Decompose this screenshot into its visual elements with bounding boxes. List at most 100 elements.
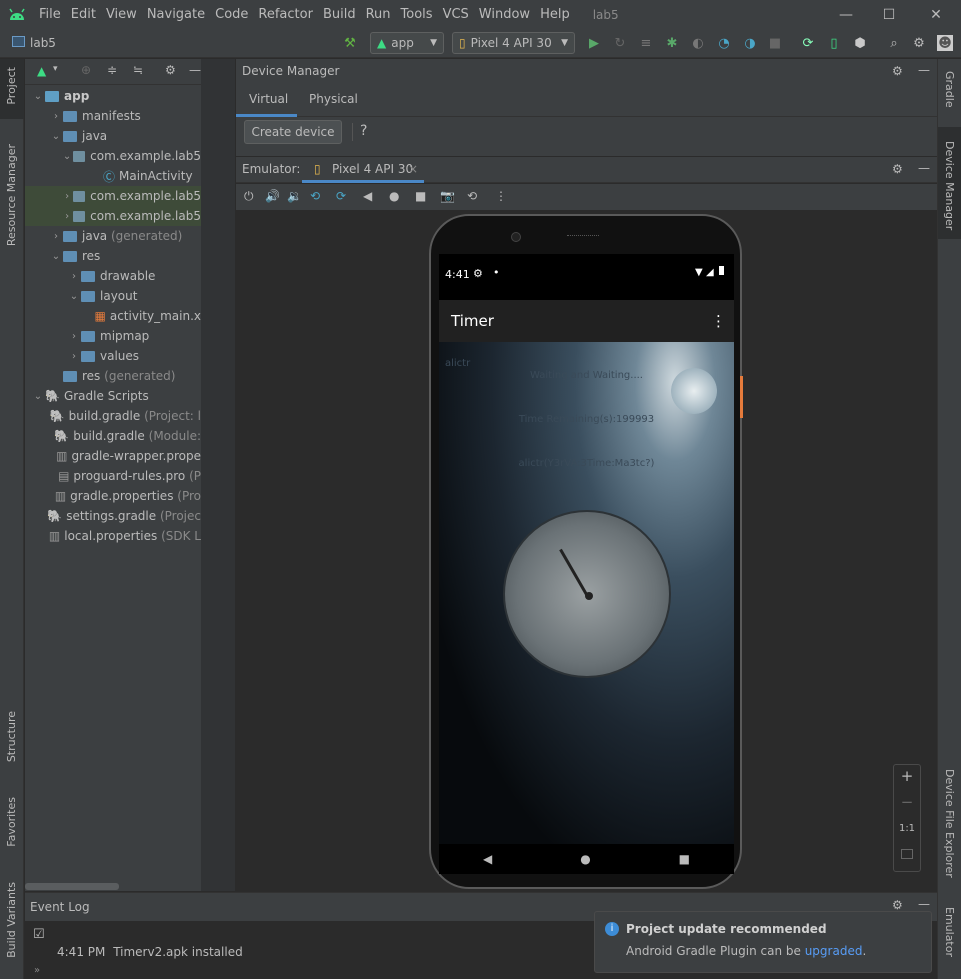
zoom-actual-size-button[interactable]: 1:1 <box>894 823 920 834</box>
tree-item-settings-gradle[interactable]: 🐘 settings.gradle (Projec <box>25 506 201 526</box>
volume-down-icon[interactable]: 🔉 <box>287 189 302 203</box>
tree-item-build-gradle-project[interactable]: 🐘 build.gradle (Project: l <box>25 406 201 426</box>
horizontal-scrollbar[interactable] <box>25 883 119 890</box>
stop-icon[interactable]: ■ <box>767 35 783 51</box>
apply-changes-icon[interactable]: ≡ <box>638 35 654 51</box>
tree-item-app[interactable]: ⌄ app <box>25 86 201 106</box>
project-breadcrumb[interactable]: lab5 <box>30 36 56 50</box>
mark-read-icon[interactable]: ☑ <box>33 927 45 942</box>
run-config-select[interactable]: ▲ app ▼ <box>370 32 444 54</box>
device-select[interactable]: ▯ Pixel 4 API 30 ▼ <box>452 32 575 54</box>
expand-all-icon[interactable]: ≑ <box>107 63 117 77</box>
avatar[interactable]: ☻ <box>937 35 953 51</box>
menu-code[interactable]: Code <box>210 0 253 30</box>
nav-home-icon[interactable]: ● <box>580 852 590 866</box>
menu-edit[interactable]: Edit <box>66 0 101 30</box>
rotate-left-icon[interactable]: ⟲ <box>310 189 320 203</box>
tree-item-gradle-scripts[interactable]: ⌄ 🐘 Gradle Scripts <box>25 386 201 406</box>
gear-icon[interactable]: ⚙ <box>165 63 176 77</box>
maximize-icon[interactable]: ☐ <box>866 0 912 30</box>
sdk-manager-icon[interactable]: ⬢ <box>852 35 868 51</box>
close-tab-icon[interactable]: × <box>408 162 418 176</box>
tree-item-drawable[interactable]: › drawable <box>25 266 201 286</box>
nav-recents-icon[interactable]: ■ <box>679 852 690 866</box>
hide-panel-icon[interactable]: — <box>918 897 930 911</box>
gear-icon[interactable]: ⚙ <box>892 64 903 78</box>
tree-item-gradle-wrapper[interactable]: ▥ gradle-wrapper.prope <box>25 446 201 466</box>
tab-device-file-explorer[interactable]: Device File Explorer <box>943 769 956 878</box>
attach-debugger-icon[interactable]: ◐ <box>690 35 706 51</box>
tab-structure[interactable]: Structure <box>5 711 18 762</box>
power-button[interactable] <box>740 376 743 418</box>
hide-panel-icon[interactable]: — <box>189 63 201 77</box>
search-icon[interactable]: ⌕ <box>886 35 902 51</box>
upgrade-link[interactable]: upgraded <box>805 944 863 958</box>
tree-item-package-androidtest[interactable]: › com.example.lab5 <box>25 206 201 226</box>
menu-build[interactable]: Build <box>318 0 361 30</box>
menu-refactor[interactable]: Refactor <box>253 0 318 30</box>
sync-gradle-icon[interactable]: ⟳ <box>800 35 816 51</box>
zoom-fit-icon[interactable] <box>901 849 913 859</box>
nav-back-icon[interactable]: ◀ <box>483 852 492 866</box>
avd-manager-icon[interactable]: ▯ <box>826 35 842 51</box>
volume-up-icon[interactable]: 🔊 <box>265 189 280 203</box>
tree-item-mipmap[interactable]: › mipmap <box>25 326 201 346</box>
power-icon[interactable]: ⏻ <box>244 189 254 204</box>
tree-item-local-properties[interactable]: ▥ local.properties (SDK L <box>25 526 201 546</box>
menu-window[interactable]: Window <box>474 0 535 30</box>
menu-tools[interactable]: Tools <box>396 0 438 30</box>
menu-run[interactable]: Run <box>361 0 396 30</box>
run-icon[interactable]: ▶ <box>586 35 602 51</box>
snapshot-icon[interactable]: ⟲ <box>467 189 477 203</box>
camera-icon[interactable]: 📷 <box>440 189 455 203</box>
home-icon[interactable]: ● <box>389 189 399 203</box>
overflow-menu-icon[interactable]: ⋮ <box>711 312 726 330</box>
close-window-icon[interactable]: ✕ <box>913 0 959 30</box>
menu-navigate[interactable]: Navigate <box>142 0 210 30</box>
tree-item-package[interactable]: ⌄ com.example.lab5 <box>25 146 201 166</box>
tree-item-res-generated[interactable]: res (generated) <box>25 366 201 386</box>
rerun-icon[interactable]: ↻ <box>612 35 628 51</box>
gear-icon[interactable]: ⚙ <box>892 162 903 176</box>
tab-virtual[interactable]: Virtual <box>249 92 288 106</box>
tree-item-package-test[interactable]: › com.example.lab5 <box>25 186 201 206</box>
tab-gradle[interactable]: Gradle <box>943 71 956 108</box>
menu-vcs[interactable]: VCS <box>438 0 474 30</box>
locate-icon[interactable]: ⊕ <box>81 63 91 77</box>
tab-device-manager[interactable]: Device Manager <box>943 141 956 230</box>
tab-physical[interactable]: Physical <box>309 92 358 106</box>
android-view-icon[interactable]: ▲ <box>37 64 46 78</box>
hide-panel-icon[interactable]: — <box>918 161 930 175</box>
profile-icon[interactable]: ◔ <box>716 35 732 51</box>
tree-item-values[interactable]: › values <box>25 346 201 366</box>
tree-item-layout[interactable]: ⌄ layout <box>25 286 201 306</box>
tree-item-res[interactable]: ⌄ res <box>25 246 201 266</box>
menu-view[interactable]: View <box>101 0 142 30</box>
tab-resource-manager[interactable]: Resource Manager <box>5 144 18 246</box>
tree-item-manifests[interactable]: › manifests <box>25 106 201 126</box>
hide-panel-icon[interactable]: — <box>918 63 930 77</box>
gear-icon[interactable]: ⚙ <box>892 898 903 912</box>
back-icon[interactable]: ◀ <box>363 189 372 203</box>
coverage-icon[interactable]: ◑ <box>742 35 758 51</box>
rotate-right-icon[interactable]: ⟳ <box>336 189 346 203</box>
tree-item-gradle-properties[interactable]: ▥ gradle.properties (Pro <box>25 486 201 506</box>
minimize-icon[interactable]: — <box>823 0 869 30</box>
debug-icon[interactable]: ✱ <box>664 35 680 51</box>
collapse-all-icon[interactable]: ≒ <box>133 63 143 77</box>
create-device-button[interactable]: Create device <box>244 120 342 144</box>
menu-help[interactable]: Help <box>535 0 575 30</box>
tree-item-proguard[interactable]: ▤ proguard-rules.pro (P <box>25 466 201 486</box>
overview-icon[interactable]: ■ <box>415 189 426 203</box>
view-dropdown-icon[interactable]: ▾ <box>53 64 58 74</box>
zoom-out-button[interactable]: − <box>894 793 920 811</box>
tree-item-mainactivity[interactable]: Ⓒ MainActivity <box>25 166 201 186</box>
tree-item-activity-main[interactable]: ▦ activity_main.x <box>25 306 201 326</box>
more-icon[interactable]: » <box>34 965 40 976</box>
zoom-in-button[interactable]: + <box>894 767 920 785</box>
tree-item-java-generated[interactable]: › java (generated) <box>25 226 201 246</box>
tab-project[interactable]: Project <box>5 67 18 105</box>
tree-item-build-gradle-module[interactable]: 🐘 build.gradle (Module: <box>25 426 201 446</box>
more-icon[interactable]: ⋮ <box>495 189 507 203</box>
tab-favorites[interactable]: Favorites <box>5 797 18 847</box>
